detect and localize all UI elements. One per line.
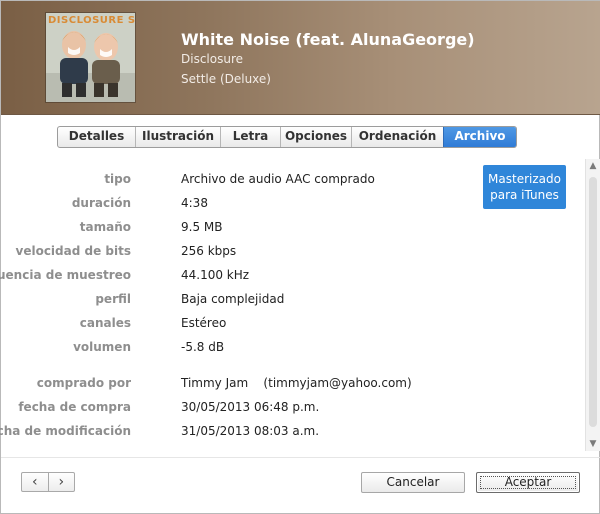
info-row-duracion: duración 4:38 bbox=[1, 193, 561, 213]
chevron-left-icon: ‹ bbox=[31, 474, 38, 490]
tab-ordenacion[interactable]: Ordenación bbox=[351, 127, 443, 147]
chevron-right-icon: › bbox=[58, 474, 65, 490]
info-row-perfil: perfil Baja complejidad bbox=[1, 289, 561, 309]
artwork-title: DISCLOSURE SETTLE bbox=[48, 15, 135, 26]
song-artist: Disclosure bbox=[181, 52, 244, 66]
info-label: fecha de compra bbox=[18, 400, 131, 414]
info-label: duración bbox=[71, 196, 131, 210]
divider bbox=[1, 457, 600, 458]
info-label: comprado por bbox=[36, 376, 131, 390]
info-label: canales bbox=[79, 316, 131, 330]
accept-button[interactable]: Aceptar bbox=[476, 472, 580, 493]
info-label: volumen bbox=[73, 340, 131, 354]
mastered-for-itunes-badge: Masterizado para iTunes bbox=[483, 165, 566, 209]
info-label: frecuencia de muestreo bbox=[0, 268, 131, 282]
track-navigation: ‹ › bbox=[21, 472, 75, 492]
vertical-scrollbar[interactable]: ▲ ▼ bbox=[585, 159, 600, 451]
cancel-button[interactable]: Cancelar bbox=[361, 472, 465, 493]
badge-line-2: para iTunes bbox=[490, 188, 559, 202]
tab-archivo[interactable]: Archivo bbox=[443, 127, 516, 147]
info-value: Timmy Jam (timmyjam@yahoo.com) bbox=[181, 376, 412, 390]
album-artwork-image bbox=[46, 13, 135, 102]
info-value: Baja complejidad bbox=[181, 292, 285, 306]
info-label: velocidad de bits bbox=[15, 244, 132, 258]
info-row-canales: canales Estéreo bbox=[1, 313, 561, 333]
info-row-frecuencia: frecuencia de muestreo 44.100 kHz bbox=[0, 265, 561, 285]
info-row-tipo: tipo Archivo de audio AAC comprado bbox=[1, 169, 561, 189]
next-track-button[interactable]: › bbox=[47, 473, 75, 491]
tab-bar: Detalles Ilustración Letra Opciones Orde… bbox=[57, 126, 517, 148]
tab-opciones[interactable]: Opciones bbox=[280, 127, 351, 147]
info-row-comprado-por: comprado por Timmy Jam (timmyjam@yahoo.c… bbox=[1, 373, 561, 393]
previous-track-button[interactable]: ‹ bbox=[22, 473, 48, 491]
info-value: -5.8 dB bbox=[181, 340, 225, 354]
info-value: Archivo de audio AAC comprado bbox=[181, 172, 375, 186]
info-value: 4:38 bbox=[181, 196, 208, 210]
info-value: 44.100 kHz bbox=[181, 268, 250, 282]
song-title: White Noise (feat. AlunaGeorge) bbox=[181, 30, 475, 49]
info-row-fecha-de-compra: fecha de compra 30/05/2013 06:48 p.m. bbox=[1, 397, 561, 417]
info-value: 256 kbps bbox=[181, 244, 237, 258]
album-artwork: DISCLOSURE SETTLE bbox=[46, 13, 135, 102]
info-value: Estéreo bbox=[181, 316, 227, 330]
tab-letra[interactable]: Letra bbox=[220, 127, 280, 147]
info-label: perfil bbox=[95, 292, 131, 306]
info-row-fecha-de-modificacion: fecha de modificación 31/05/2013 08:03 a… bbox=[0, 421, 561, 441]
info-row-volumen: volumen -5.8 dB bbox=[1, 337, 561, 357]
info-label: tipo bbox=[104, 172, 131, 186]
info-value: 9.5 MB bbox=[181, 220, 223, 234]
file-info-dialog: DISCLOSURE SETTLE White Noise (feat. Alu… bbox=[0, 0, 600, 514]
scroll-thumb[interactable] bbox=[589, 177, 597, 427]
info-label: fecha de modificación bbox=[0, 424, 131, 438]
info-row-velocidad-de-bits: velocidad de bits 256 kbps bbox=[1, 241, 561, 261]
arrow-up-icon[interactable]: ▲ bbox=[586, 159, 600, 173]
info-value: 30/05/2013 06:48 p.m. bbox=[181, 400, 320, 414]
info-label: tamaño bbox=[79, 220, 131, 234]
badge-line-1: Masterizado bbox=[488, 172, 561, 186]
song-header: DISCLOSURE SETTLE White Noise (feat. Alu… bbox=[1, 1, 600, 115]
tab-detalles[interactable]: Detalles bbox=[58, 127, 135, 147]
info-value: 31/05/2013 08:03 a.m. bbox=[181, 424, 320, 438]
info-row-tamano: tamaño 9.5 MB bbox=[1, 217, 561, 237]
song-album: Settle (Deluxe) bbox=[181, 72, 271, 86]
tab-ilustracion[interactable]: Ilustración bbox=[135, 127, 220, 147]
arrow-down-icon[interactable]: ▼ bbox=[586, 437, 600, 451]
